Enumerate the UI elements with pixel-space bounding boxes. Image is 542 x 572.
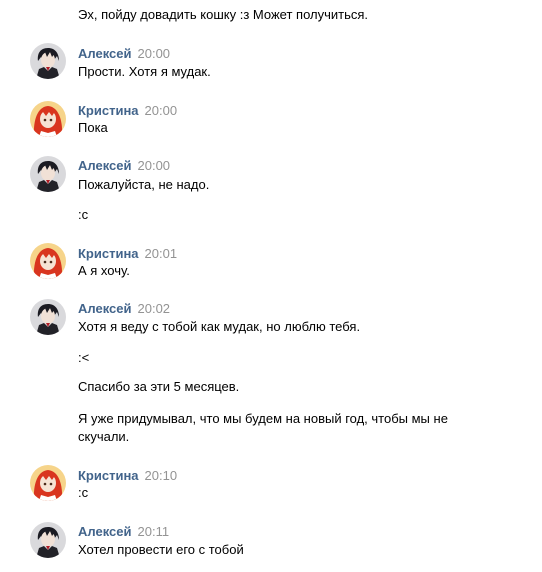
author-name[interactable]: Кристина: [78, 468, 139, 483]
message-text: Пожалуйста, не надо.: [78, 177, 210, 192]
red-haired-anime-girl-avatar-icon: [30, 465, 66, 501]
dark-anime-boy-avatar-icon: [30, 299, 66, 335]
author-name[interactable]: Алексей: [78, 301, 132, 316]
message-text: :c: [78, 485, 89, 500]
avatar-icon[interactable]: [30, 522, 66, 558]
message-text: Эх, пойду довадить кошку :з Может получи…: [78, 7, 369, 22]
avatar-icon[interactable]: [30, 299, 66, 335]
avatar-icon[interactable]: [30, 465, 66, 501]
message-header: Алексей 20:00: [78, 46, 170, 62]
message-time[interactable]: 20:00: [145, 103, 178, 118]
message-time[interactable]: 20:11: [138, 524, 170, 539]
message-time[interactable]: 20:02: [138, 301, 171, 316]
message-text: :<: [78, 350, 90, 365]
red-haired-anime-girl-avatar-icon: [30, 243, 66, 279]
avatar-icon[interactable]: [30, 243, 66, 279]
message-time[interactable]: 20:00: [138, 46, 171, 61]
message-header: Кристина 20:10: [78, 468, 177, 484]
message-text: скучали.: [78, 429, 130, 444]
avatar-icon[interactable]: [30, 43, 66, 79]
message-header: Алексей 20:00: [78, 158, 170, 174]
message-time[interactable]: 20:01: [145, 246, 178, 261]
message-time[interactable]: 20:00: [138, 158, 171, 173]
author-name[interactable]: Алексей: [78, 46, 132, 61]
author-name[interactable]: Алексей: [78, 524, 132, 539]
dark-anime-boy-avatar-icon: [30, 43, 66, 79]
message-text: Пока: [78, 120, 108, 135]
message-text: Я уже придумывал, что мы будем на новый …: [78, 411, 448, 426]
avatar-icon[interactable]: [30, 156, 66, 192]
message-header: Алексей 20:02: [78, 301, 170, 317]
message-text: Прости. Хотя я мудак.: [78, 64, 211, 79]
message-time[interactable]: 20:10: [145, 468, 178, 483]
message-text: Хотя я веду с тобой как мудак, но люблю …: [78, 319, 361, 334]
message-text: А я хочу.: [78, 263, 130, 278]
message-text: Хотел провести его с тобой: [78, 542, 244, 557]
avatar-icon[interactable]: [30, 101, 66, 137]
red-haired-anime-girl-avatar-icon: [30, 101, 66, 137]
author-name[interactable]: Кристина: [78, 103, 139, 118]
message-text: Спасибо за эти 5 месяцев.: [78, 379, 240, 394]
dark-anime-boy-avatar-icon: [30, 522, 66, 558]
message-header: Алексей 20:11: [78, 524, 169, 540]
message-header: Кристина 20:01: [78, 246, 177, 262]
author-name[interactable]: Алексей: [78, 158, 132, 173]
message-header: Кристина 20:00: [78, 103, 177, 119]
dark-anime-boy-avatar-icon: [30, 156, 66, 192]
chat-history: Эх, пойду довадить кошку :з Может получи…: [0, 0, 542, 572]
author-name[interactable]: Кристина: [78, 246, 139, 261]
message-text: :c: [78, 207, 89, 222]
